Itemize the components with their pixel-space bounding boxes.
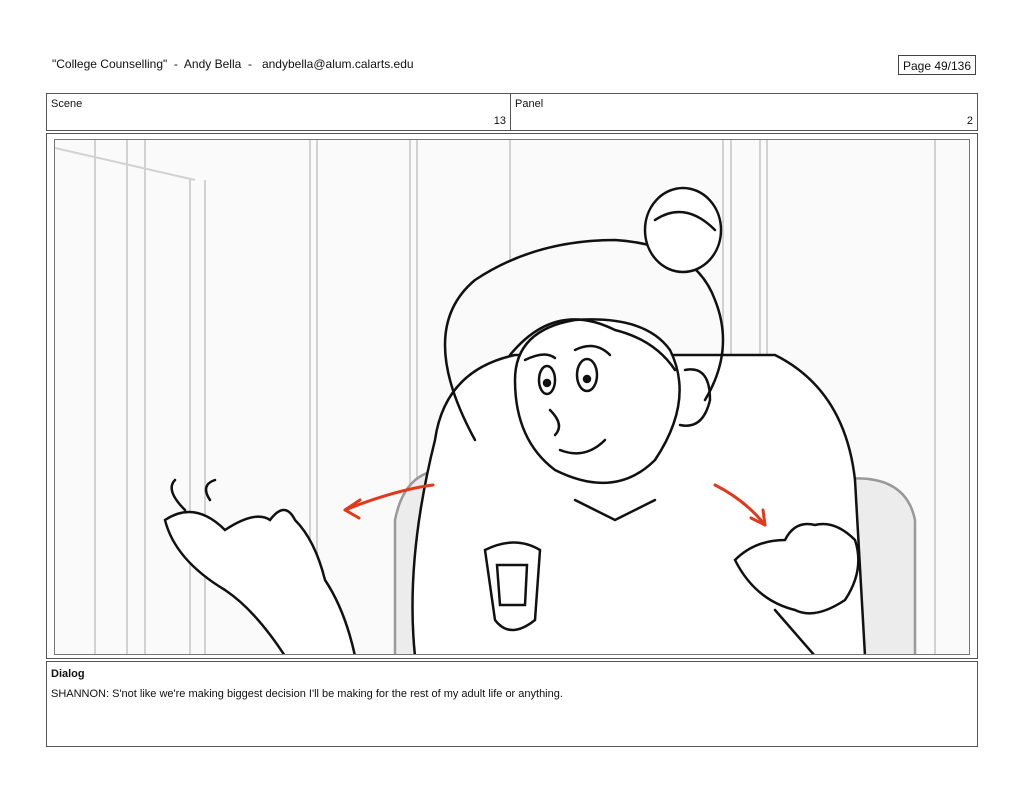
scene-panel-row: Scene 13 Panel 2 [46, 93, 978, 131]
panel-label: Panel [515, 98, 544, 110]
storyboard-drawing [54, 139, 970, 655]
storyboard-title: "College Counselling" - Andy Bella - and… [52, 57, 414, 71]
dialog-text: SHANNON: S'not like we're making biggest… [51, 688, 563, 700]
sketch-illustration [55, 140, 936, 654]
panel-cell: Panel 2 [511, 94, 977, 130]
left-hand [163, 478, 356, 654]
panel-number: 2 [966, 115, 973, 127]
scene-cell: Scene 13 [47, 94, 511, 130]
scene-label: Scene [51, 98, 83, 110]
dialog-box: Dialog SHANNON: S'not like we're making … [46, 661, 978, 747]
scene-number: 13 [493, 115, 506, 127]
dialog-label: Dialog [51, 668, 85, 680]
page-number-box: Page 49/136 [898, 55, 976, 75]
